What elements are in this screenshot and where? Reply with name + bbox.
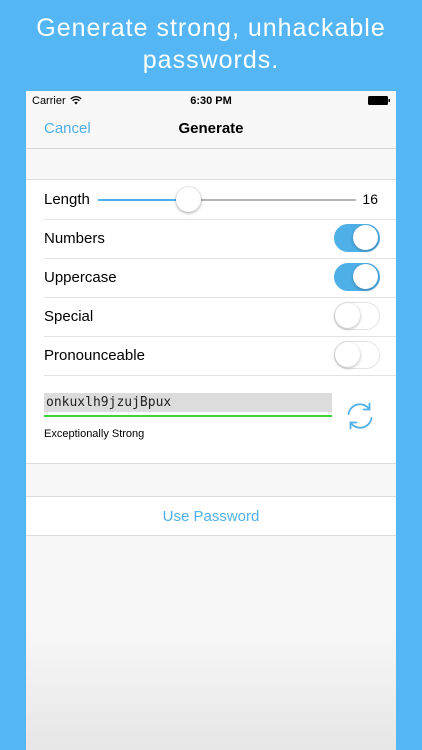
generated-password-field[interactable]: onkuxlh9jzujBpux [44,393,332,412]
slider-fill [98,199,189,201]
phone-screen: Carrier 6:30 PM Cancel Generate Length 1… [26,91,396,750]
pronounceable-label: Pronounceable [44,347,145,364]
page-title: Generate [178,120,244,137]
numbers-toggle[interactable] [334,224,380,252]
promo-headline: Generate strong, unhackable passwords. [0,12,422,76]
toggle-knob [353,225,378,250]
use-password-button[interactable]: Use Password [26,497,396,535]
toggle-knob [353,264,378,289]
special-label: Special [44,308,94,325]
numbers-label: Numbers [44,230,105,247]
use-password-group: Use Password [26,496,396,536]
uppercase-row: Uppercase [26,258,396,297]
length-row: Length 16 [26,180,396,219]
special-toggle[interactable] [334,302,380,330]
strength-label: Exceptionally Strong [44,428,145,440]
toggle-knob [335,303,360,328]
promo-line-1: Generate strong, unhackable [36,14,386,42]
password-row: onkuxlh9jzujBpux Exceptionally Strong [26,375,396,463]
regenerate-button[interactable] [342,398,378,434]
uppercase-label: Uppercase [44,269,117,286]
length-value: 16 [362,191,378,207]
uppercase-toggle[interactable] [334,263,380,291]
promo-line-2: passwords. [142,46,280,74]
refresh-icon [347,402,373,430]
nav-bar: Cancel Generate [26,111,396,149]
pronounceable-toggle[interactable] [334,341,380,369]
status-bar: Carrier 6:30 PM [26,91,396,111]
password-options: Length 16 Numbers Uppercase Special Pron… [26,179,396,464]
strength-bar [44,415,332,417]
numbers-row: Numbers [26,219,396,258]
pronounceable-row: Pronounceable [26,336,396,375]
length-slider[interactable] [98,187,356,212]
length-label: Length [44,191,90,208]
special-row: Special [26,297,396,336]
status-time: 6:30 PM [190,95,232,107]
toggle-knob [335,342,360,367]
battery-icon [368,96,390,105]
slider-thumb[interactable] [175,187,201,212]
